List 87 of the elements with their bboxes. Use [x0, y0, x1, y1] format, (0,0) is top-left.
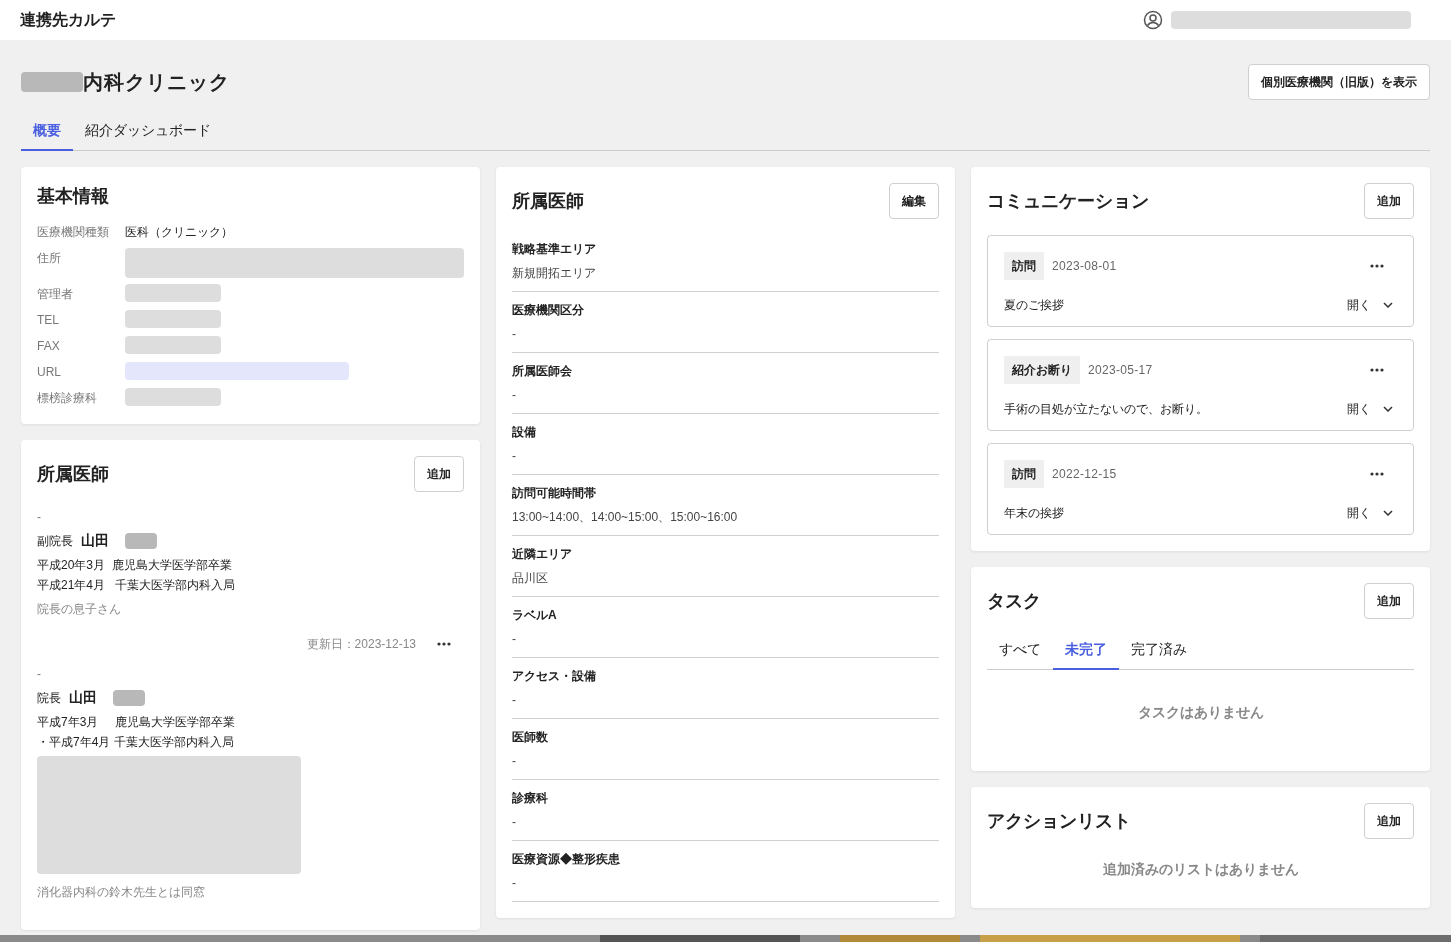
card-title: 所属医師 — [37, 462, 109, 486]
field-label: URL — [37, 364, 62, 381]
field-value: - — [512, 875, 517, 892]
dash-text: - — [37, 666, 42, 683]
type-tag: 紹介お断り — [1004, 356, 1080, 384]
card-title: 所属医師 — [512, 189, 584, 213]
field-value: - — [512, 448, 517, 465]
add-button[interactable]: 追加 — [1364, 803, 1414, 839]
field-value: - — [512, 631, 517, 648]
field-label: 標榜診療科 — [37, 390, 98, 407]
field-label: 医療機関種類 — [37, 224, 110, 241]
updated-date: 更新日：2023-12-13 — [306, 636, 416, 653]
doctor-role: 院長 — [37, 689, 61, 707]
field-value: - — [512, 692, 517, 709]
career-line: ・平成7年4月 千葉大医学部内科入局 — [37, 734, 235, 751]
dash-text: - — [37, 509, 42, 526]
task-tab[interactable]: 完了済み — [1119, 631, 1199, 670]
career-line: 平成20年3月 鹿児島大学医学部卒業 — [37, 557, 233, 574]
doctor-remark: 消化器内科の鈴木先生とは同窓 — [37, 884, 206, 901]
card-title: 基本情報 — [37, 185, 110, 208]
more-icon[interactable] — [1369, 264, 1385, 268]
field-label: 医師数 — [512, 729, 549, 746]
tab[interactable]: 紹介ダッシュボード — [73, 120, 223, 151]
career-line: 平成21年4月 千葉大医学部内科入局 — [37, 577, 237, 594]
redacted-block — [113, 689, 145, 706]
redacted-block — [125, 532, 157, 549]
field-label: ラベルA — [512, 607, 558, 624]
field-label: 設備 — [512, 424, 537, 441]
more-icon[interactable] — [1369, 472, 1385, 476]
add-button[interactable]: 追加 — [414, 456, 464, 492]
card-title: コミュニケーション — [987, 189, 1149, 213]
field-value: - — [512, 814, 517, 831]
entry-text: 年末の挨拶 — [1004, 505, 1064, 522]
card-title: アクションリスト — [987, 809, 1131, 833]
task-tab[interactable]: 未完了 — [1053, 631, 1119, 670]
doctor-remark: 院長の息子さん — [37, 601, 122, 618]
open-toggle[interactable]: 開く — [1347, 504, 1397, 522]
field-label: 住所 — [37, 250, 62, 267]
field-value: - — [512, 753, 517, 770]
entry-date: 2023-05-17 — [1088, 362, 1153, 379]
field-value: 医科（クリニック） — [125, 224, 233, 241]
app-title: 連携先カルテ — [20, 10, 116, 30]
more-icon[interactable] — [436, 642, 452, 646]
type-tag: 訪問 — [1004, 252, 1044, 280]
field-label: 戦略基準エリア — [512, 241, 597, 258]
card-title: タスク — [987, 589, 1041, 613]
field-value: - — [512, 326, 517, 343]
doctor-role: 副院長 — [37, 532, 73, 550]
doctor-name: 山田 — [81, 531, 109, 550]
empty-message: 追加済みのリストはありません — [1101, 860, 1300, 879]
page-title: 内科クリニック — [83, 70, 230, 95]
type-tag: 訪問 — [1004, 460, 1044, 488]
task-tab[interactable]: すべて — [987, 631, 1053, 670]
career-line: 平成7年3月 鹿児島大学医学部卒業 — [37, 714, 237, 731]
add-button[interactable]: 追加 — [1364, 183, 1414, 219]
chevron-down-icon — [1383, 302, 1393, 308]
field-label: 医療資源◆整形疾患 — [512, 851, 621, 868]
field-label: 診療科 — [512, 790, 549, 807]
field-label: 訪問可能時間帯 — [512, 485, 597, 502]
user-icon[interactable] — [1143, 10, 1163, 30]
add-button[interactable]: 追加 — [1364, 583, 1414, 619]
entry-date: 2022-12-15 — [1052, 466, 1117, 483]
field-label: 近隣エリア — [512, 546, 573, 563]
entry-text: 夏のご挨拶 — [1004, 297, 1064, 314]
field-label: 医療機関区分 — [512, 302, 585, 319]
field-value: 品川区 — [512, 570, 549, 587]
legacy-view-button[interactable]: 個別医療機関（旧版）を表示 — [1248, 64, 1430, 100]
empty-message: タスクはありません — [1136, 703, 1265, 722]
redacted-block — [21, 72, 83, 92]
tab[interactable]: 概要 — [21, 120, 73, 151]
chevron-down-icon — [1383, 510, 1393, 516]
entry-date: 2023-08-01 — [1052, 258, 1117, 275]
more-icon[interactable] — [1369, 368, 1385, 372]
field-label: アクセス・設備 — [512, 668, 597, 685]
entry-text: 手術の目処が立たないので、お断り。 — [1004, 401, 1208, 418]
open-toggle[interactable]: 開く — [1347, 296, 1397, 314]
field-value: 13:00~14:00、14:00~15:00、15:00~16:00 — [512, 509, 739, 526]
field-label: FAX — [37, 338, 61, 355]
field-label: 所属医師会 — [512, 363, 573, 380]
open-toggle[interactable]: 開く — [1347, 400, 1397, 418]
field-value: - — [512, 387, 517, 404]
field-value: 新規開拓エリア — [512, 265, 597, 282]
doctor-name: 山田 — [69, 688, 97, 707]
field-label: TEL — [37, 312, 60, 329]
chevron-down-icon — [1383, 406, 1393, 412]
edit-button[interactable]: 編集 — [889, 183, 939, 219]
field-label: 管理者 — [37, 286, 74, 303]
